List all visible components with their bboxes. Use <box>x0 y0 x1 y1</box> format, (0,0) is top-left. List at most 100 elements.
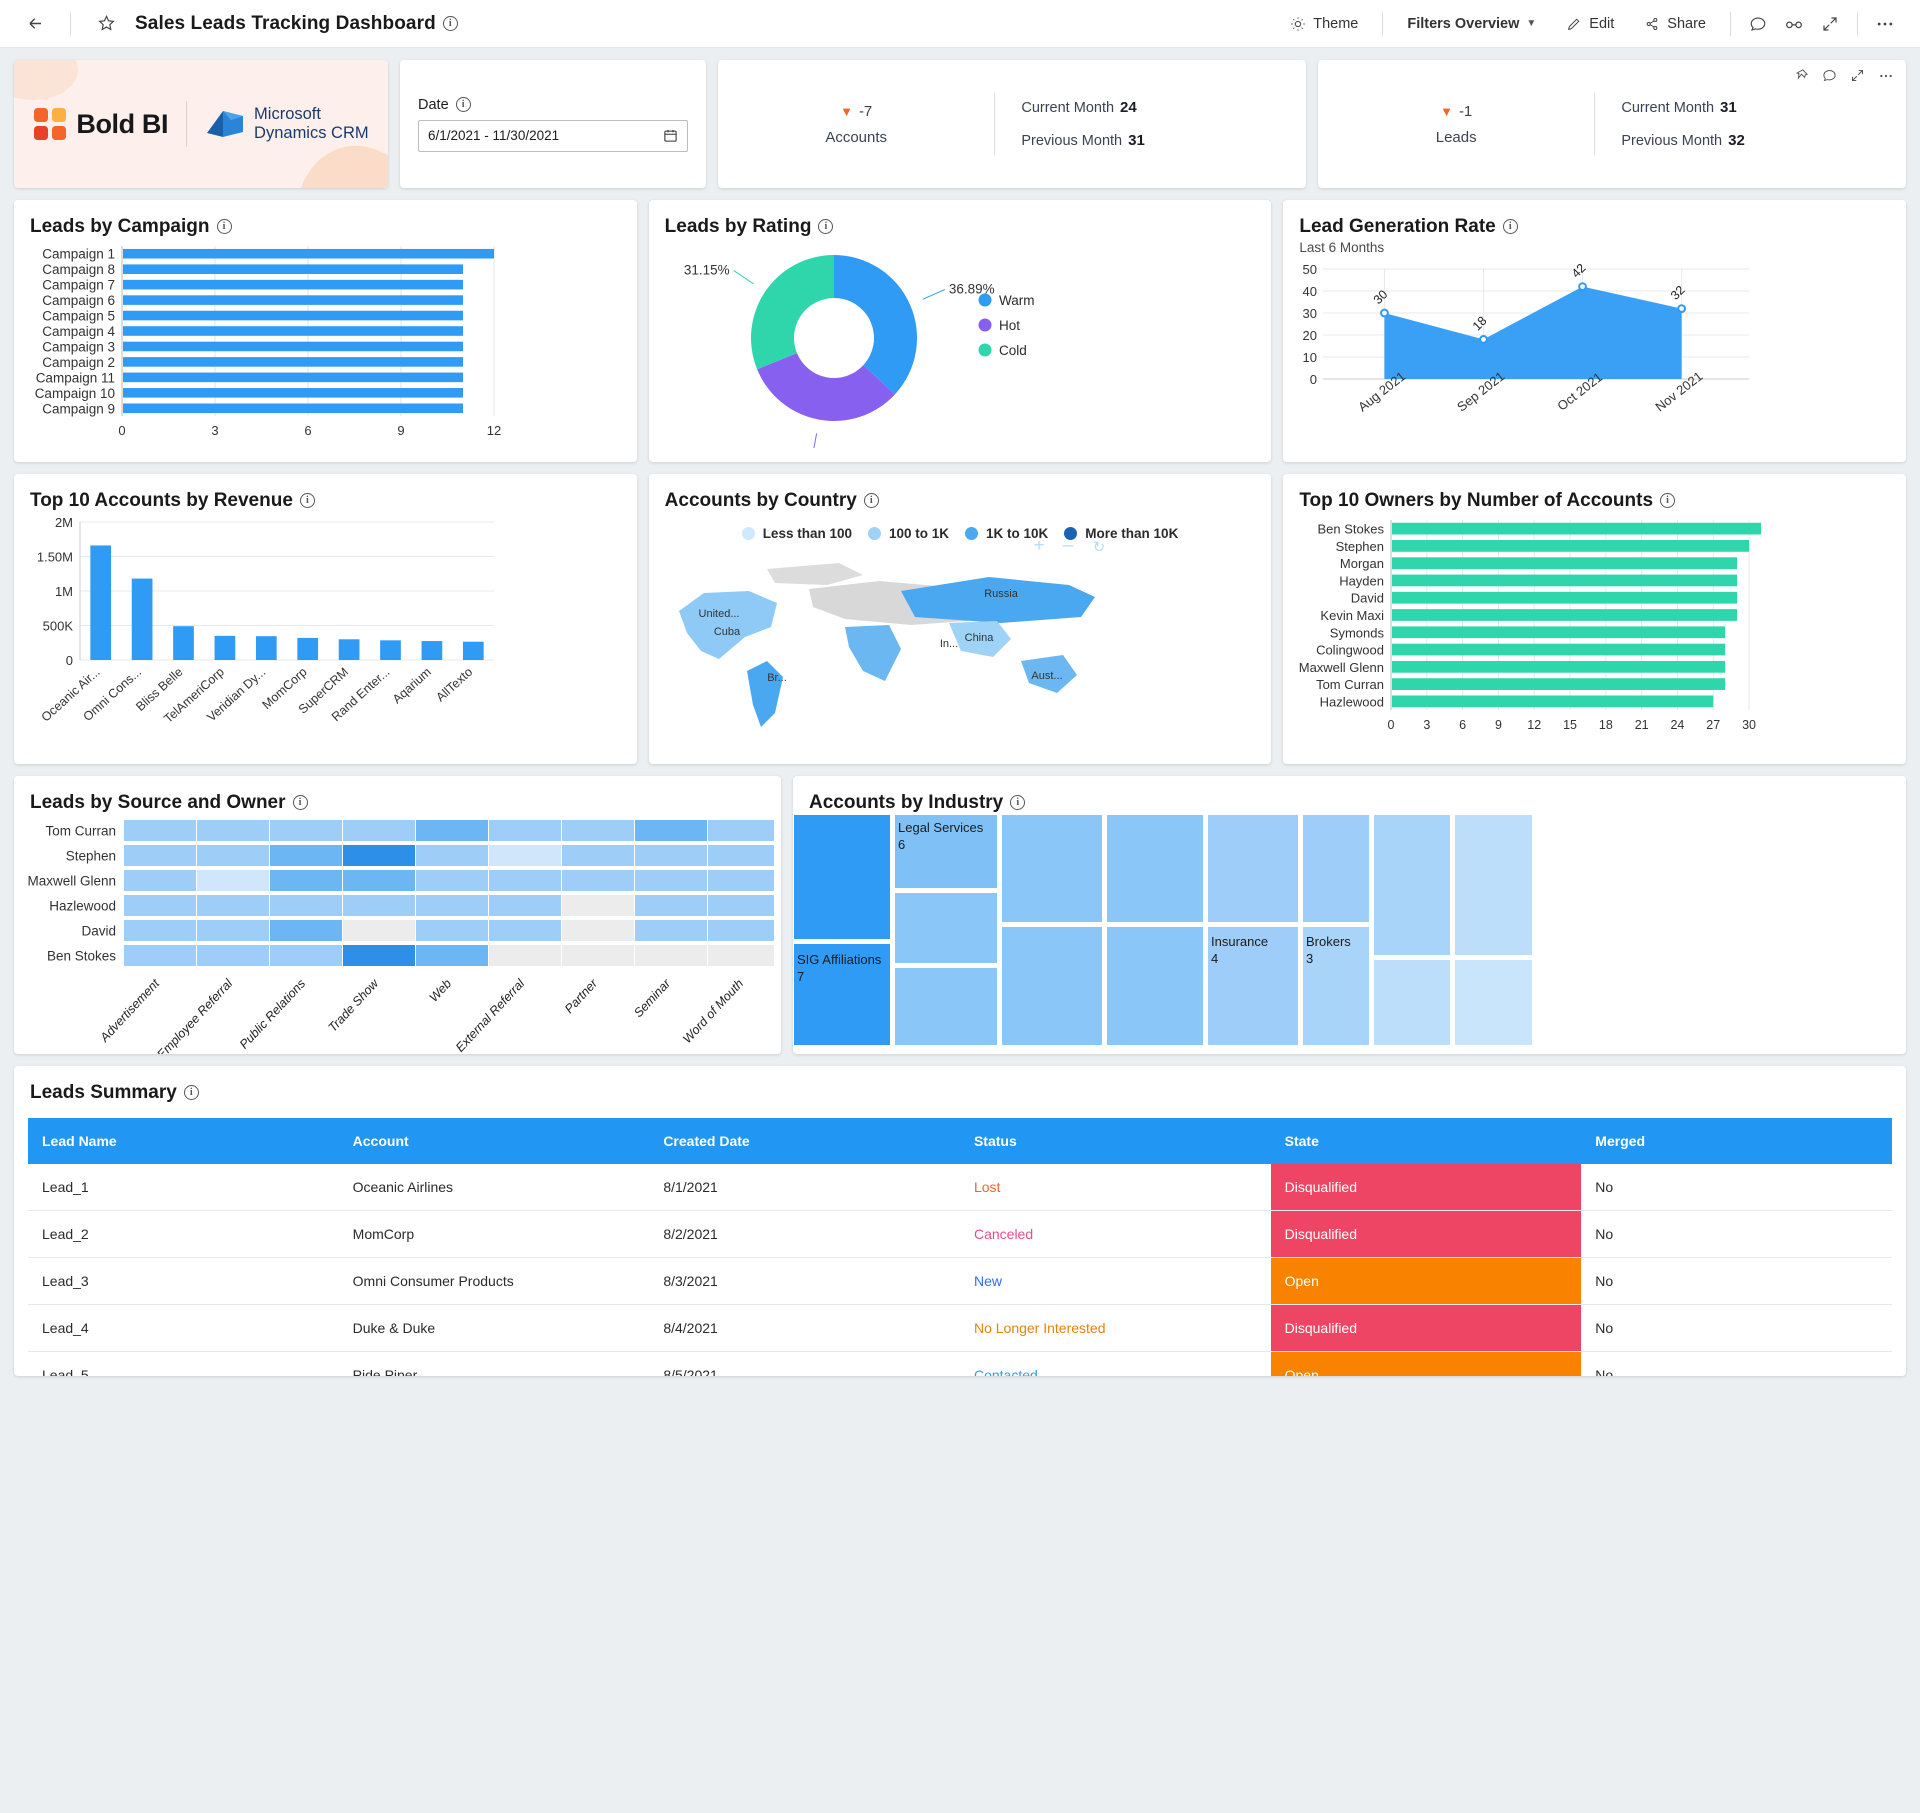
svg-text:Campaign 9: Campaign 9 <box>42 401 115 416</box>
svg-text:20: 20 <box>1303 328 1317 343</box>
table-row[interactable]: Lead_3 Omni Consumer Products 8/3/2021 New O… <box>28 1257 1892 1305</box>
svg-text:Campaign 6: Campaign 6 <box>42 293 115 308</box>
share-button[interactable]: Share <box>1632 10 1718 38</box>
info-icon[interactable]: i <box>442 15 458 31</box>
trend-down-icon: ▼ <box>840 103 853 119</box>
kpi-details: Current Month 24 Previous Month 31 <box>995 99 1306 149</box>
info-icon[interactable]: i <box>818 219 834 235</box>
kpi-delta-value: -7 <box>858 102 873 120</box>
svg-text:0: 0 <box>1310 372 1317 387</box>
info-icon[interactable]: i <box>1010 795 1026 811</box>
kpi-delta: ▼ -7 <box>840 103 872 120</box>
map-legend: Less than 100 100 to 1K 1K to 10K More than… <box>649 526 1272 541</box>
comment-icon[interactable] <box>1822 68 1837 84</box>
info-icon[interactable]: i <box>1660 493 1676 509</box>
svg-text:Aug 2021: Aug 2021 <box>1355 368 1408 414</box>
calendar-icon[interactable] <box>663 128 678 143</box>
app-toolbar: Sales Leads Tracking Dashboard i Theme Fi… <box>0 0 1920 48</box>
svg-text:Hazlewood: Hazlewood <box>1320 694 1384 709</box>
svg-text:Word of Mouth: Word of Mouth <box>680 976 746 1046</box>
table-scroll-region[interactable]: Lead Name Account Created Date Status State M… <box>14 1118 1906 1376</box>
table-row[interactable]: Lead_1 Oceanic Airlines 8/1/2021 Lost Disqua… <box>28 1164 1892 1211</box>
row-table: Leads Summary i Lead Name Account Created D… <box>14 1066 1906 1376</box>
kpi-delta-value: -1 <box>1458 102 1473 120</box>
chart-heatmap[interactable]: Tom Curran Stephen Maxwell Glenn Hazlewood D… <box>14 814 781 1054</box>
svg-text:15: 15 <box>1563 718 1577 732</box>
more-options-icon[interactable] <box>1878 68 1894 84</box>
svg-text:+: + <box>1033 541 1044 556</box>
table-row[interactable]: Lead_2 MomCorp 8/2/2021 Canceled Disqualifie… <box>28 1210 1892 1258</box>
expand-icon[interactable] <box>1850 68 1865 84</box>
logo-card: Bold BI Microsoft Dynamics CRM <box>14 60 388 188</box>
table-row[interactable]: Lead_4 Duke & Duke 8/4/2021 No Longer Inter… <box>28 1304 1892 1352</box>
column-header[interactable]: Lead Name <box>28 1118 339 1164</box>
column-header[interactable]: Account <box>338 1118 650 1164</box>
chart-lead-generation-rate[interactable]: 0 10 20 30 40 50 30 18 42 32 Aug 2021 Sep 2021 Oct 2… <box>1283 255 1906 445</box>
svg-text:Br...: Br... <box>767 672 787 684</box>
info-icon[interactable]: i <box>863 493 879 509</box>
column-header[interactable]: Merged <box>1581 1118 1892 1164</box>
svg-text:Trade Show: Trade Show <box>326 976 382 1035</box>
cell-created-date: 8/5/2021 <box>649 1351 960 1376</box>
svg-text:12: 12 <box>487 423 501 438</box>
pin-icon[interactable] <box>1794 68 1809 84</box>
status-badge: Disqualified <box>1270 1211 1582 1257</box>
svg-text:Web: Web <box>427 976 455 1004</box>
info-icon[interactable]: i <box>216 219 232 235</box>
svg-text:–: – <box>1062 541 1073 556</box>
svg-text:18: 18 <box>1599 718 1613 732</box>
leads-summary-table: Lead Name Account Created Date Status State M… <box>28 1118 1892 1376</box>
theme-button[interactable]: Theme <box>1278 10 1370 38</box>
svg-text:Maxwell Glenn: Maxwell Glenn <box>27 874 116 889</box>
map-legend-item[interactable]: 100 to 1K <box>867 526 949 541</box>
filters-overview-dropdown[interactable]: Filters Overview ▼ <box>1395 10 1548 38</box>
info-icon[interactable]: i <box>292 795 308 811</box>
cell-status: Lost <box>959 1164 1271 1211</box>
svg-text:42: 42 <box>1569 261 1589 281</box>
chart-top-owners[interactable]: 0 3 6 9 12 15 18 21 24 27 30 Ben Stokes Stephen Morga… <box>1283 512 1906 750</box>
date-range-input[interactable]: 6/1/2021 - 11/30/2021 <box>418 119 688 152</box>
cell-lead-name: Lead_5 <box>28 1351 339 1376</box>
card-title: Leads by Rating i <box>649 200 1272 238</box>
kpi-current-value: 24 <box>1120 99 1137 116</box>
map-legend-item[interactable]: 1K to 10K <box>965 526 1048 541</box>
legend-label: 1K to 10K <box>986 526 1049 541</box>
comment-icon[interactable] <box>1743 9 1773 39</box>
favorite-star-icon[interactable] <box>91 9 121 39</box>
chart-treemap[interactable]: SIG Affiliations 7 Legal Services 6 Insuranc… <box>793 814 1906 1046</box>
column-header[interactable]: Created Date <box>649 1118 960 1164</box>
card-subtitle: Last 6 Months <box>1299 240 1385 255</box>
cell-state: Disqualified <box>1270 1210 1582 1258</box>
column-header[interactable]: State <box>1270 1118 1582 1164</box>
svg-text:7: 7 <box>797 969 804 984</box>
glasses-view-icon[interactable] <box>1779 9 1809 39</box>
chart-accounts-by-country[interactable]: Russia China United... Cuba In... Br... Aust..… <box>649 541 1272 736</box>
table-header-row: Lead Name Account Created Date Status State M… <box>28 1118 1892 1164</box>
chart-leads-by-rating[interactable]: 36.89%31.97%31.15%WarmHotCold <box>649 238 1272 448</box>
info-icon[interactable]: i <box>299 493 315 509</box>
cell-state: Open <box>1270 1257 1582 1305</box>
info-icon[interactable]: i <box>183 1085 199 1101</box>
card-title-text: Accounts by Industry <box>809 792 1004 813</box>
row-header: Bold BI Microsoft Dynamics CRM Date i 6/… <box>14 60 1906 188</box>
edit-button[interactable]: Edit <box>1554 10 1626 38</box>
dynamics-mark-icon <box>205 107 245 141</box>
date-range-value: 6/1/2021 - 11/30/2021 <box>428 128 560 143</box>
table-row[interactable]: Lead_5 Pide Piper 8/5/2021 Contacted Open No <box>28 1351 1892 1376</box>
kpi-details: Current Month 31 Previous Month 32 <box>1595 99 1906 149</box>
chart-leads-by-campaign[interactable]: 0 3 6 9 12 Campaign 1 Campaign 8 Campaign 7 Camp… <box>14 238 637 448</box>
kpi-previous-value: 32 <box>1728 132 1745 149</box>
info-icon[interactable]: i <box>1502 219 1518 235</box>
fullscreen-icon[interactable] <box>1815 9 1845 39</box>
svg-text:Campaign 11: Campaign 11 <box>36 370 115 385</box>
status-badge: Disqualified <box>1270 1305 1582 1351</box>
cell-lead-name: Lead_4 <box>28 1304 339 1352</box>
map-legend-item[interactable]: More than 10K <box>1064 526 1178 541</box>
column-header[interactable]: Status <box>959 1118 1271 1164</box>
back-arrow-icon[interactable] <box>20 9 50 39</box>
svg-text:Maxwell Glenn: Maxwell Glenn <box>1299 660 1384 675</box>
map-legend-item[interactable]: Less than 100 <box>741 526 852 541</box>
more-options-icon[interactable] <box>1870 9 1900 39</box>
chart-top-accounts[interactable]: 0 500K 1M 1.50M 2M Oceanic Air... Omni Cons...… <box>14 512 637 752</box>
info-icon[interactable]: i <box>455 97 471 113</box>
